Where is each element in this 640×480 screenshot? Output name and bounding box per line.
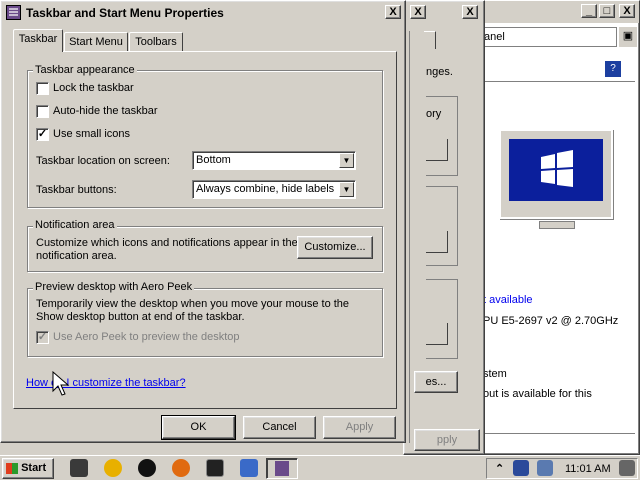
cancel-button-label: Cancel: [262, 421, 297, 433]
cpu-text: PU E5-2697 v2 @ 2.70GHz: [483, 315, 619, 327]
middle-btn-2[interactable]: [426, 231, 448, 253]
middle-es-label: es...: [425, 376, 447, 388]
buttons-label: Taskbar buttons:: [36, 184, 117, 196]
middle-window: X X nges. ory es... pply: [403, 0, 485, 455]
start-button[interactable]: Start: [2, 458, 54, 479]
refresh-icon[interactable]: ▣: [619, 27, 637, 47]
help-icon[interactable]: ?: [605, 61, 621, 77]
buttons-value: Always combine, hide labels: [196, 183, 335, 195]
ok-button[interactable]: OK: [161, 415, 236, 440]
middle-text-nges: nges.: [426, 66, 453, 78]
taskbar-properties-icon: [275, 461, 289, 476]
notification-text: Customize which icons and notifications …: [36, 237, 298, 262]
tab-taskbar[interactable]: Taskbar: [13, 29, 63, 52]
tab-taskbar-label: Taskbar: [18, 33, 58, 45]
tab-toolbars-label: Toolbars: [135, 36, 177, 48]
middle-btn-3[interactable]: [426, 323, 448, 345]
location-label: Taskbar location on screen:: [36, 155, 170, 167]
system-text: stem: [483, 368, 507, 380]
start-label: Start: [21, 462, 47, 474]
help-link[interactable]: How do I customize the taskbar?: [26, 377, 186, 389]
address-bar[interactable]: anel: [481, 27, 617, 47]
autohide-checkbox[interactable]: [36, 105, 49, 118]
network-icon[interactable]: [513, 460, 529, 476]
autohide-label[interactable]: Auto-hide the taskbar: [53, 105, 158, 117]
media-player-icon[interactable]: [104, 459, 122, 477]
control-panel-icon[interactable]: [240, 459, 258, 477]
available-text: out is available for this: [483, 388, 592, 400]
middle-tab-stub: [424, 31, 436, 49]
status-available: t available: [483, 294, 533, 306]
notification-group-label: Notification area: [33, 219, 117, 231]
middle-group-3: [426, 279, 458, 359]
middle-apply-label: pply: [436, 434, 458, 446]
lock-taskbar-label[interactable]: Lock the taskbar: [53, 82, 134, 94]
middle-text-ory: ory: [426, 108, 442, 120]
middle-btn-1[interactable]: [426, 139, 448, 161]
tray-area: ⌃ 11:01 AM: [486, 458, 638, 479]
location-select[interactable]: Bottom ▼: [192, 151, 356, 170]
dialog-title: Taskbar and Start Menu Properties: [26, 6, 224, 20]
tray-chevron-icon[interactable]: ⌃: [495, 462, 504, 475]
location-value: Bottom: [196, 154, 231, 166]
small-icons-label[interactable]: Use small icons: [53, 128, 130, 140]
apply-button-label: Apply: [345, 421, 374, 433]
customize-button-label: Customize...: [304, 241, 366, 253]
monitor-illustration: [499, 129, 613, 219]
middle-group-2: [426, 186, 458, 266]
monitor-stand: [539, 221, 575, 229]
peek-text: Temporarily view the desktop when you mo…: [36, 298, 350, 323]
terminal-icon[interactable]: [206, 459, 224, 477]
taskbar-properties-dialog: Taskbar and Start Menu Properties X Task…: [0, 0, 406, 443]
peek-group-label: Preview desktop with Aero Peek: [33, 281, 195, 293]
middle-close-icon[interactable]: X: [410, 5, 426, 19]
show-desktop-icon[interactable]: [619, 460, 635, 476]
dialog-app-icon: [6, 5, 21, 20]
dialog-close-icon[interactable]: X: [385, 5, 401, 19]
middle-inner-border: [406, 31, 410, 443]
middle-es-button[interactable]: es...: [414, 371, 458, 393]
tab-start-menu[interactable]: Start Menu: [64, 32, 128, 52]
ok-button-label: OK: [190, 421, 207, 433]
appearance-group-label: Taskbar appearance: [33, 64, 137, 76]
sync-icon[interactable]: [537, 460, 553, 476]
customize-button[interactable]: Customize...: [297, 236, 373, 259]
cancel-button[interactable]: Cancel: [243, 416, 316, 439]
panel-rule: [485, 81, 635, 82]
apply-button: Apply: [323, 416, 396, 439]
close-icon[interactable]: X: [619, 4, 635, 18]
explorer-icon[interactable]: [70, 459, 88, 477]
chevron-down-icon[interactable]: ▼: [339, 153, 354, 168]
small-icons-checkbox[interactable]: ✓: [36, 128, 49, 141]
minimize-icon[interactable]: _: [581, 4, 597, 18]
peek-checkbox: ✓: [36, 331, 49, 344]
taskbar: Start ⌃ 11:01 AM: [0, 455, 640, 480]
dialog-titlebar: Taskbar and Start Menu Properties X: [3, 3, 403, 23]
address-text: anel: [484, 31, 505, 43]
windows-flag-icon: [6, 462, 18, 474]
lock-taskbar-checkbox[interactable]: [36, 82, 49, 95]
tab-toolbars[interactable]: Toolbars: [129, 32, 183, 52]
middle-close-icon-2[interactable]: X: [462, 5, 478, 19]
app-icon[interactable]: [138, 459, 156, 477]
mouse-cursor-icon: [51, 370, 71, 397]
firefox-icon[interactable]: [172, 459, 190, 477]
buttons-select[interactable]: Always combine, hide labels ▼: [192, 180, 356, 199]
maximize-icon[interactable]: □: [599, 4, 615, 18]
windows-logo-icon: [509, 139, 603, 201]
panel-rule-bottom: [485, 433, 635, 434]
middle-apply-button[interactable]: pply: [414, 429, 480, 451]
clock[interactable]: 11:01 AM: [565, 463, 611, 475]
chevron-down-icon[interactable]: ▼: [339, 182, 354, 197]
peek-check-label: Use Aero Peek to preview the desktop: [53, 331, 240, 343]
taskbar-properties-button[interactable]: [266, 458, 298, 479]
tab-start-menu-label: Start Menu: [69, 36, 123, 48]
